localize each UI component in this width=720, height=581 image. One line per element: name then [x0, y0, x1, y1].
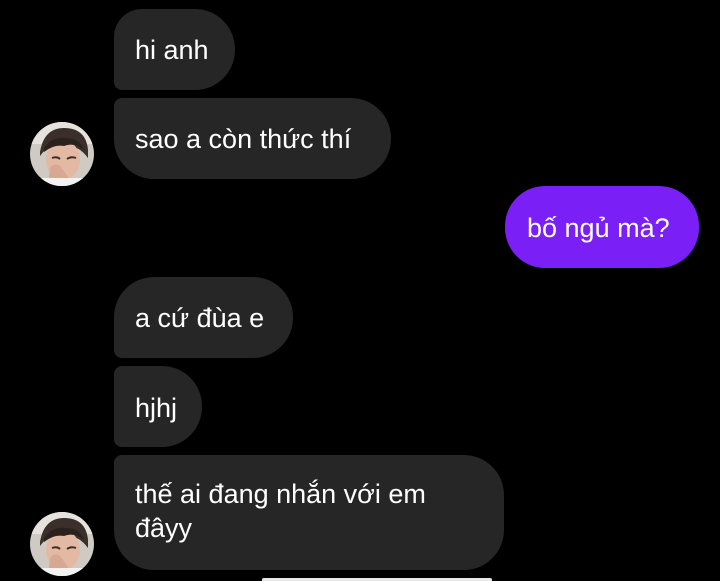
incoming-message-bubble[interactable]: thế ai đang nhắn với em đâyy	[114, 455, 504, 570]
message-text: a cứ đùa e	[135, 303, 265, 333]
incoming-message-bubble[interactable]: hi anh	[114, 9, 235, 90]
outgoing-message-bubble[interactable]: bố ngủ mà?	[505, 186, 699, 268]
incoming-message-bubble[interactable]: a cứ đùa e	[114, 277, 293, 358]
incoming-message-bubble[interactable]: sao a còn thức thí	[114, 98, 391, 179]
sender-avatar[interactable]	[30, 512, 94, 576]
message-text: thế ai đang nhắn với em đâyy	[135, 479, 426, 543]
message-text: hi anh	[135, 35, 209, 65]
message-text: sao a còn thức thí	[135, 124, 352, 154]
message-text: bố ngủ mà?	[527, 213, 670, 243]
sender-avatar-photo-icon	[30, 122, 94, 186]
message-text: hjhj	[135, 393, 178, 423]
sender-avatar-photo-icon	[30, 512, 94, 576]
sender-avatar[interactable]	[30, 122, 94, 186]
incoming-message-bubble[interactable]: hjhj	[114, 366, 202, 447]
